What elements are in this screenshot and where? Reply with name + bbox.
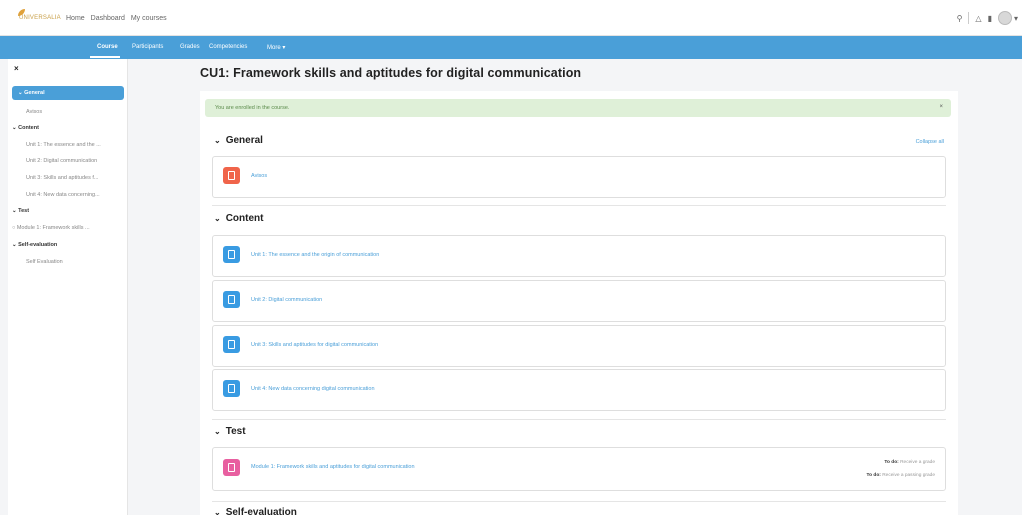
section-title: Test [225, 426, 246, 437]
section-divider [212, 205, 946, 206]
course-secondary-nav: Course Participants Grades Competencies … [0, 36, 1022, 59]
activity-link[interactable]: Unit 2: Digital communication [251, 297, 322, 303]
tab-grades[interactable]: Grades [180, 44, 200, 50]
completion-requirement: To do: Receive a passing grade [867, 473, 935, 478]
tab-more[interactable]: More ▾ [267, 44, 285, 51]
activity-module-1[interactable]: Module 1: Framework skills and aptitudes… [212, 447, 946, 491]
section-divider [212, 419, 946, 420]
todo-label: To do: [884, 460, 899, 465]
close-drawer-button[interactable]: × [14, 64, 19, 73]
sidebar-item-self-evaluation-activity[interactable]: Self Evaluation [12, 259, 124, 265]
tab-course[interactable]: Course [97, 44, 118, 50]
toolbar-divider [968, 12, 970, 24]
sidebar-item-content[interactable]: ⌄ Content [12, 125, 124, 131]
page-glyph [228, 340, 235, 349]
active-tab-indicator [90, 56, 120, 58]
tab-participants[interactable]: Participants [132, 44, 163, 50]
chevron-down-icon: ⌄ [214, 136, 221, 145]
section-test-heading[interactable]: ⌄ Test [214, 426, 246, 437]
todo-label: To do: [866, 473, 881, 478]
nav-my-courses[interactable]: My courses [131, 15, 167, 22]
section-self-evaluation-heading[interactable]: ⌄ Self-evaluation [214, 507, 297, 515]
chevron-down-icon: ⌄ [214, 214, 221, 223]
page-glyph [228, 384, 235, 393]
page-glyph [228, 295, 235, 304]
quiz-glyph [228, 463, 235, 472]
top-navbar: UNIVERSALIA Home Dashboard My courses ⚲ … [0, 0, 1022, 36]
enrolment-alert: You are enrolled in the course. × [205, 99, 951, 117]
collapse-all-link[interactable]: Collapse all [916, 139, 944, 145]
activity-unit-3[interactable]: Unit 3: Skills and aptitudes for digital… [212, 325, 946, 367]
sidebar-item-unit-1[interactable]: Unit 1: The essence and the ... [12, 142, 124, 148]
forum-glyph [228, 171, 235, 180]
page-icon [223, 291, 240, 308]
activity-unit-1[interactable]: Unit 1: The essence and the origin of co… [212, 235, 946, 277]
page-glyph [228, 250, 235, 259]
chevron-down-icon[interactable]: ▾ [1014, 14, 1018, 23]
sidebar-item-unit-2[interactable]: Unit 2: Digital communication [12, 158, 124, 164]
course-content: You are enrolled in the course. × ⌄ Gener… [200, 91, 958, 515]
activity-link[interactable]: Unit 4: New data concerning digital comm… [251, 386, 375, 392]
todo-text: Receive a grade [900, 460, 935, 465]
primary-nav: Home Dashboard My courses [66, 15, 171, 22]
bell-icon[interactable]: △ [975, 14, 981, 23]
activity-link[interactable]: Unit 1: The essence and the origin of co… [251, 252, 379, 258]
user-avatar[interactable] [997, 11, 1012, 25]
section-general-heading[interactable]: ⌄ General [214, 135, 263, 146]
activity-link[interactable]: Unit 3: Skills and aptitudes for digital… [251, 342, 378, 348]
activity-unit-2[interactable]: Unit 2: Digital communication [212, 280, 946, 322]
page-icon [223, 246, 240, 263]
section-title: Content [225, 213, 264, 224]
sidebar-item-self-evaluation[interactable]: ⌄ Self-evaluation [12, 242, 124, 248]
sidebar-item-unit-3[interactable]: Unit 3: Skills and aptitudes f... [12, 175, 124, 181]
page-title: CU1: Framework skills and aptitudes for … [200, 66, 582, 80]
nav-dashboard[interactable]: Dashboard [91, 15, 125, 22]
course-index-drawer: × ⌄ General Avisos ⌄ Content Unit 1: The… [8, 59, 128, 515]
page-icon [223, 336, 240, 353]
completion-requirement: To do: Receive a grade [884, 460, 935, 465]
activity-link[interactable]: Avisos [251, 173, 267, 179]
activity-link[interactable]: Module 1: Framework skills and aptitudes… [251, 464, 415, 470]
forum-icon [223, 167, 240, 184]
chevron-down-icon: ⌄ [214, 427, 221, 436]
section-title: Self-evaluation [225, 507, 297, 515]
chevron-down-icon: ⌄ [214, 508, 221, 515]
quiz-icon [223, 459, 240, 476]
logo-text: UNIVERSALIA [19, 15, 61, 21]
site-logo[interactable]: UNIVERSALIA [18, 9, 61, 27]
sidebar-item-test[interactable]: ⌄ Test [12, 208, 124, 214]
user-toolbar: ⚲ △ ▮ ▾ [951, 10, 1018, 26]
tab-competencies[interactable]: Competencies [209, 44, 247, 50]
nav-home[interactable]: Home [66, 15, 85, 22]
section-title: General [225, 135, 263, 146]
section-divider [212, 501, 946, 502]
page-icon [223, 380, 240, 397]
search-icon[interactable]: ⚲ [957, 14, 963, 23]
todo-text: Receive a passing grade [882, 473, 935, 478]
sidebar-item-avisos[interactable]: Avisos [12, 109, 124, 115]
activity-avisos[interactable]: Avisos [212, 156, 946, 198]
message-icon[interactable]: ▮ [988, 14, 992, 23]
close-alert-button[interactable]: × [939, 104, 943, 110]
sidebar-item-unit-4[interactable]: Unit 4: New data concerning... [12, 192, 124, 198]
sidebar-item-general[interactable]: ⌄ General [12, 86, 124, 100]
alert-message: You are enrolled in the course. [215, 105, 290, 111]
section-content-heading[interactable]: ⌄ Content [214, 213, 263, 224]
sidebar-item-module-1[interactable]: ○ Module 1: Framework skills ... [12, 225, 124, 231]
activity-unit-4[interactable]: Unit 4: New data concerning digital comm… [212, 369, 946, 411]
